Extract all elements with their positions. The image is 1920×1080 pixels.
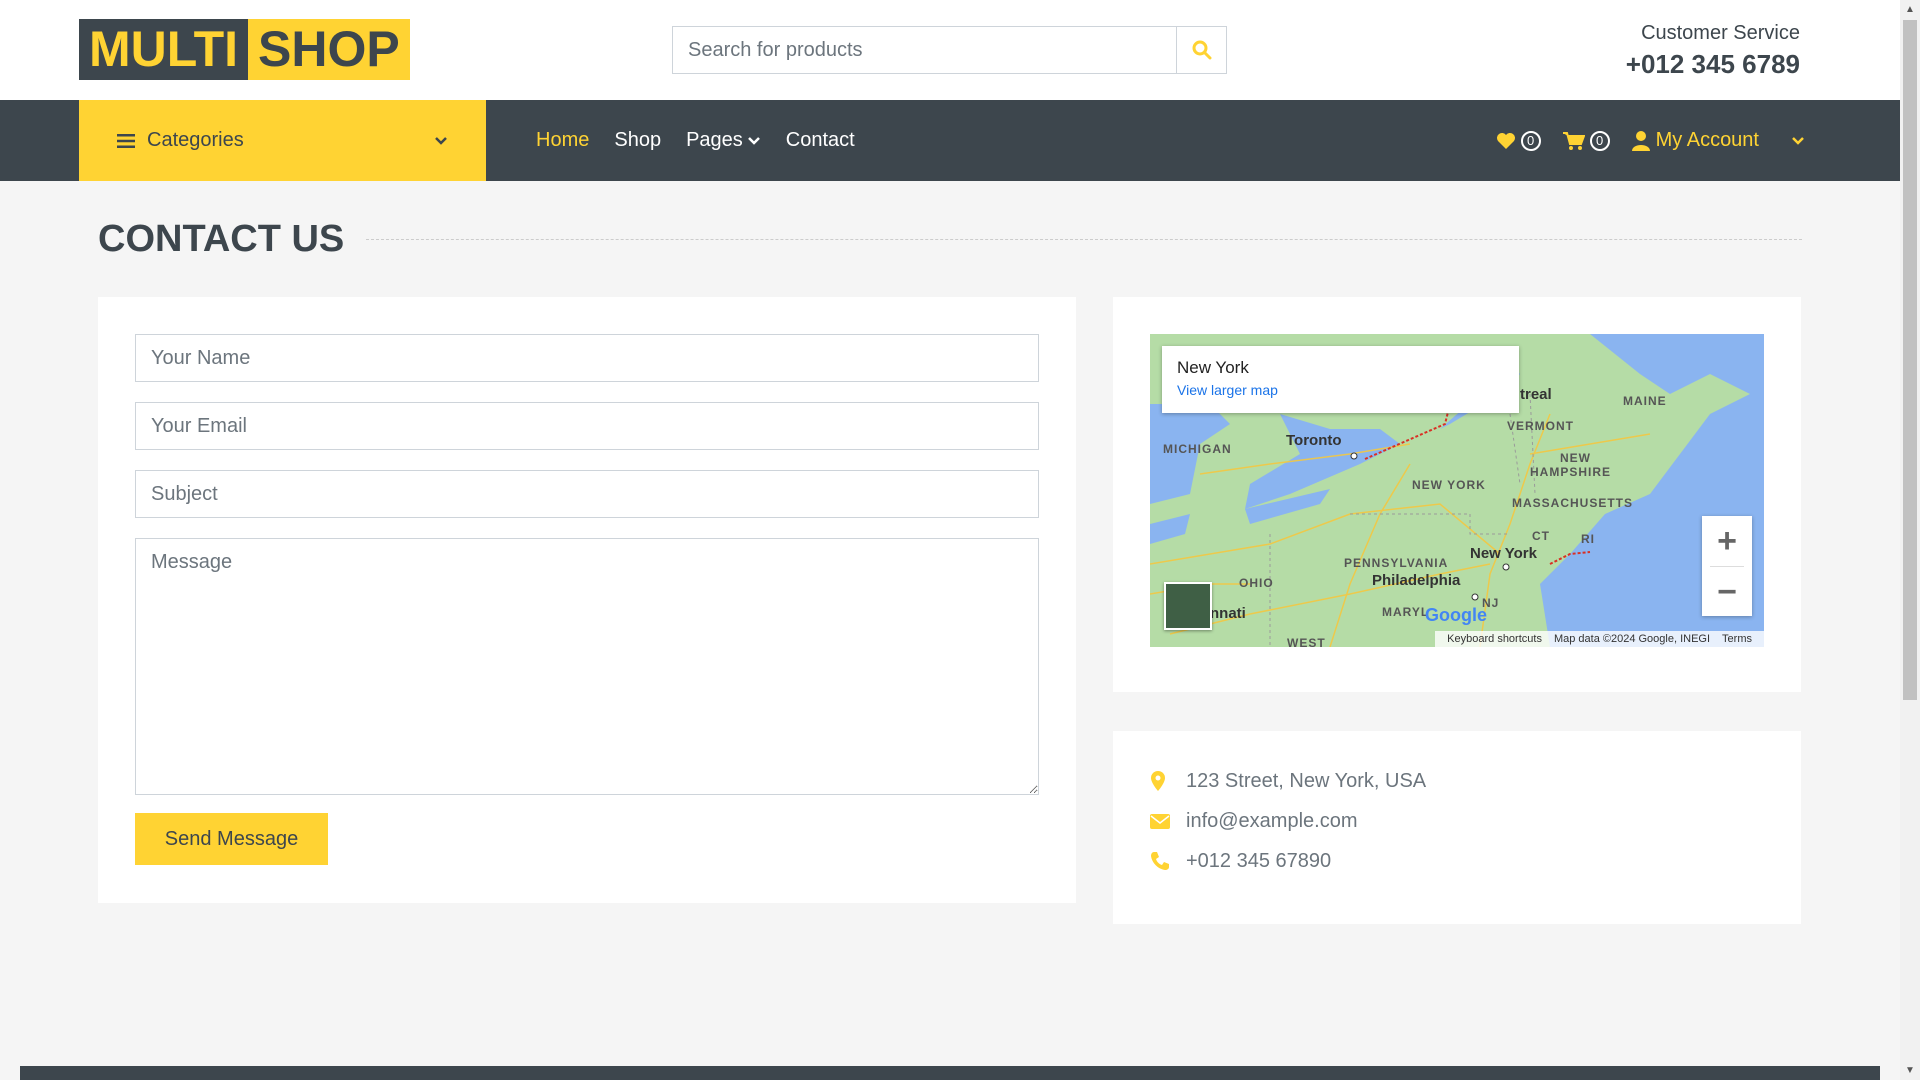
map-label-new-york-state: NEW YORK [1412, 478, 1486, 492]
map-label-montreal: treal [1520, 386, 1552, 403]
scroll-up-icon[interactable]: ▲ [1905, 4, 1915, 15]
message-field[interactable] [135, 538, 1039, 795]
map-label-vermont: VERMONT [1507, 419, 1574, 433]
map-place-card: New York View larger map [1162, 346, 1519, 413]
map-card: Toronto treal MAINE VERMONT MICHIGAN NEW… [1113, 297, 1801, 692]
contact-form: Send Message [98, 297, 1076, 903]
top-header: MULTI SHOP Customer Service +012 345 678… [0, 0, 1900, 100]
search-input[interactable] [673, 27, 1176, 73]
customer-service-phone: +012 345 6789 [1625, 49, 1800, 79]
embedded-map[interactable]: Toronto treal MAINE VERMONT MICHIGAN NEW… [1150, 334, 1764, 647]
map-label-maine: MAINE [1623, 394, 1667, 408]
address-text: 123 Street, New York, USA [1186, 769, 1427, 792]
email-text: info@example.com [1186, 809, 1358, 832]
nav-link-pages-label: Pages [686, 129, 743, 151]
map-type-toggle[interactable] [1164, 582, 1212, 630]
search-bar [672, 26, 1227, 74]
view-larger-map-link[interactable]: View larger map [1177, 382, 1504, 398]
categories-dropdown[interactable]: Categories [79, 100, 486, 181]
account-dropdown[interactable]: My Account [1631, 129, 1805, 152]
customer-service: Customer Service +012 345 6789 [1626, 22, 1800, 80]
terms-link[interactable]: Terms [1722, 633, 1752, 645]
map-label-ohio: OHIO [1239, 576, 1274, 590]
chevron-down-icon [1792, 136, 1804, 145]
cart-icon [1562, 131, 1585, 150]
heading-divider [366, 239, 1802, 240]
keyboard-shortcuts-link[interactable]: Keyboard shortcuts [1447, 633, 1542, 645]
map-label-new-hampshire-2: HAMPSHIRE [1530, 465, 1612, 479]
map-data-credit: Map data ©2024 Google, INEGI [1553, 633, 1711, 645]
phone-row: +012 345 67890 [1150, 841, 1764, 881]
page-title: CONTACT US [98, 218, 345, 260]
map-label-philadelphia: Philadelphia [1372, 572, 1461, 589]
search-button[interactable] [1176, 27, 1226, 73]
map-label-massachusetts: MASSACHUSETTS [1512, 496, 1634, 510]
chevron-down-icon [435, 136, 447, 145]
cart-count: 0 [1589, 130, 1610, 151]
phone-icon [1151, 852, 1169, 870]
nav-link-pages[interactable]: Pages [686, 129, 761, 152]
nav-links: Home Shop Pages Contact [536, 100, 880, 181]
map-label-new-hampshire-1: NEW [1560, 451, 1591, 465]
categories-label: Categories [147, 129, 244, 151]
map-label-michigan: MICHIGAN [1163, 442, 1232, 456]
name-field[interactable] [135, 334, 1039, 382]
customer-service-label: Customer Service [1641, 22, 1800, 44]
subject-field[interactable] [135, 470, 1039, 518]
contact-info-card: 123 Street, New York, USA info@example.c… [1113, 731, 1801, 924]
wishlist-button[interactable]: 0 [1496, 130, 1541, 151]
nav-link-contact[interactable]: Contact [786, 129, 855, 152]
footer [20, 1066, 1880, 1080]
account-label: My Account [1655, 129, 1759, 151]
nav-actions: 0 0 My Account [1474, 100, 1805, 181]
map-attribution: Keyboard shortcuts Map data ©2024 Google… [1435, 631, 1764, 647]
map-label-maryland: MARYL [1382, 605, 1430, 619]
scroll-down-icon[interactable]: ▼ [1905, 1065, 1915, 1076]
map-label-west: WEST [1287, 636, 1326, 647]
google-logo: Google [1425, 605, 1487, 625]
nav-link-shop[interactable]: Shop [614, 129, 661, 152]
address-row: 123 Street, New York, USA [1150, 761, 1764, 801]
map-label-ri: RI [1581, 532, 1595, 546]
site-logo[interactable]: MULTI SHOP [79, 19, 410, 80]
heart-icon [1496, 132, 1515, 149]
nav-link-home[interactable]: Home [536, 129, 589, 152]
map-label-ct: CT [1532, 529, 1550, 543]
zoom-out-button[interactable]: − [1702, 567, 1752, 617]
logo-part-2: SHOP [248, 19, 410, 80]
map-label-cincinnati: nnati [1210, 605, 1246, 622]
wishlist-count: 0 [1520, 130, 1541, 151]
search-icon [1192, 40, 1211, 60]
cart-button[interactable]: 0 [1562, 130, 1610, 151]
logo-part-1: MULTI [79, 19, 249, 80]
page-heading: CONTACT US [98, 218, 1802, 261]
scrollbar-thumb[interactable] [1903, 20, 1917, 700]
main-navbar: Categories Home Shop Pages Contact 0 0 M… [0, 100, 1900, 181]
chevron-down-icon [747, 136, 760, 145]
send-message-button[interactable]: Send Message [135, 813, 328, 865]
zoom-in-button[interactable]: + [1702, 516, 1752, 566]
email-field[interactable] [135, 402, 1039, 450]
map-zoom-controls: + − [1702, 516, 1752, 616]
bars-icon [117, 133, 135, 148]
map-label-toronto: Toronto [1286, 432, 1342, 449]
scrollbar[interactable]: ▲ ▼ [1900, 0, 1920, 1080]
map-label-new-york-city: New York [1470, 545, 1537, 562]
map-marker-icon [1151, 771, 1165, 791]
email-row: info@example.com [1150, 801, 1764, 841]
map-place-name: New York [1177, 358, 1249, 377]
map-label-pennsylvania: PENNSYLVANIA [1344, 556, 1449, 570]
envelope-icon [1150, 813, 1170, 829]
phone-text: +012 345 67890 [1186, 849, 1332, 872]
user-icon [1631, 130, 1650, 151]
